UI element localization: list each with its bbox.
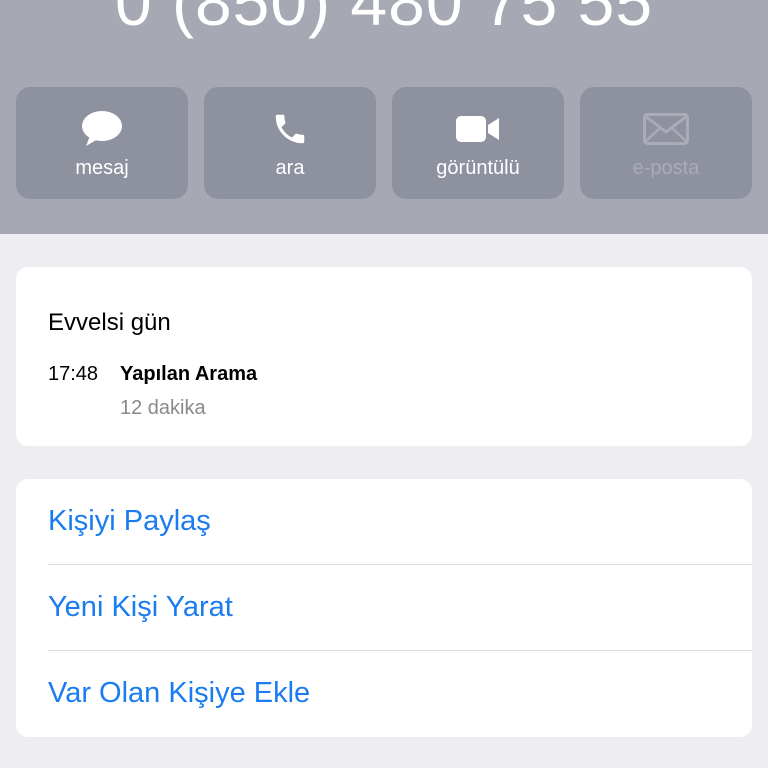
video-call-button[interactable]: görüntülü [392, 87, 564, 199]
envelope-icon [580, 109, 752, 149]
phone-icon [204, 109, 376, 149]
contact-header: 0 (850) 480 75 55 mesaj ara görüntülü e-… [0, 0, 768, 234]
call-time: 17:48 [48, 363, 99, 385]
add-to-existing-contact-label: Var Olan Kişiye Ekle [48, 677, 311, 709]
email-button[interactable]: e-posta [580, 87, 752, 199]
phone-number: 0 (850) 480 75 55 [114, 0, 654, 39]
call-button-label: ara [275, 157, 305, 179]
call-duration: 12 dakika [120, 397, 206, 419]
call-history-card: Evvelsi gün 17:48 Yapılan Arama 12 dakik… [16, 267, 752, 446]
video-call-button-label: görüntülü [436, 157, 520, 179]
message-button[interactable]: mesaj [16, 87, 188, 199]
share-contact-row[interactable]: Kişiyi Paylaş [16, 479, 752, 565]
call-history-day: Evvelsi gün [48, 309, 171, 336]
email-button-label: e-posta [632, 157, 700, 179]
share-contact-label: Kişiyi Paylaş [48, 505, 211, 537]
create-new-contact-row[interactable]: Yeni Kişi Yarat [16, 565, 752, 651]
create-new-contact-label: Yeni Kişi Yarat [48, 591, 233, 623]
add-to-existing-contact-row[interactable]: Var Olan Kişiye Ekle [16, 651, 752, 737]
call-button[interactable]: ara [204, 87, 376, 199]
message-button-label: mesaj [75, 157, 129, 179]
contact-actions-card: Kişiyi Paylaş Yeni Kişi Yarat Var Olan K… [16, 479, 752, 737]
video-camera-icon [392, 109, 564, 149]
quick-actions-bar: mesaj ara görüntülü e-posta [16, 87, 752, 199]
message-bubble-icon [16, 109, 188, 149]
call-type: Yapılan Arama [120, 363, 258, 385]
